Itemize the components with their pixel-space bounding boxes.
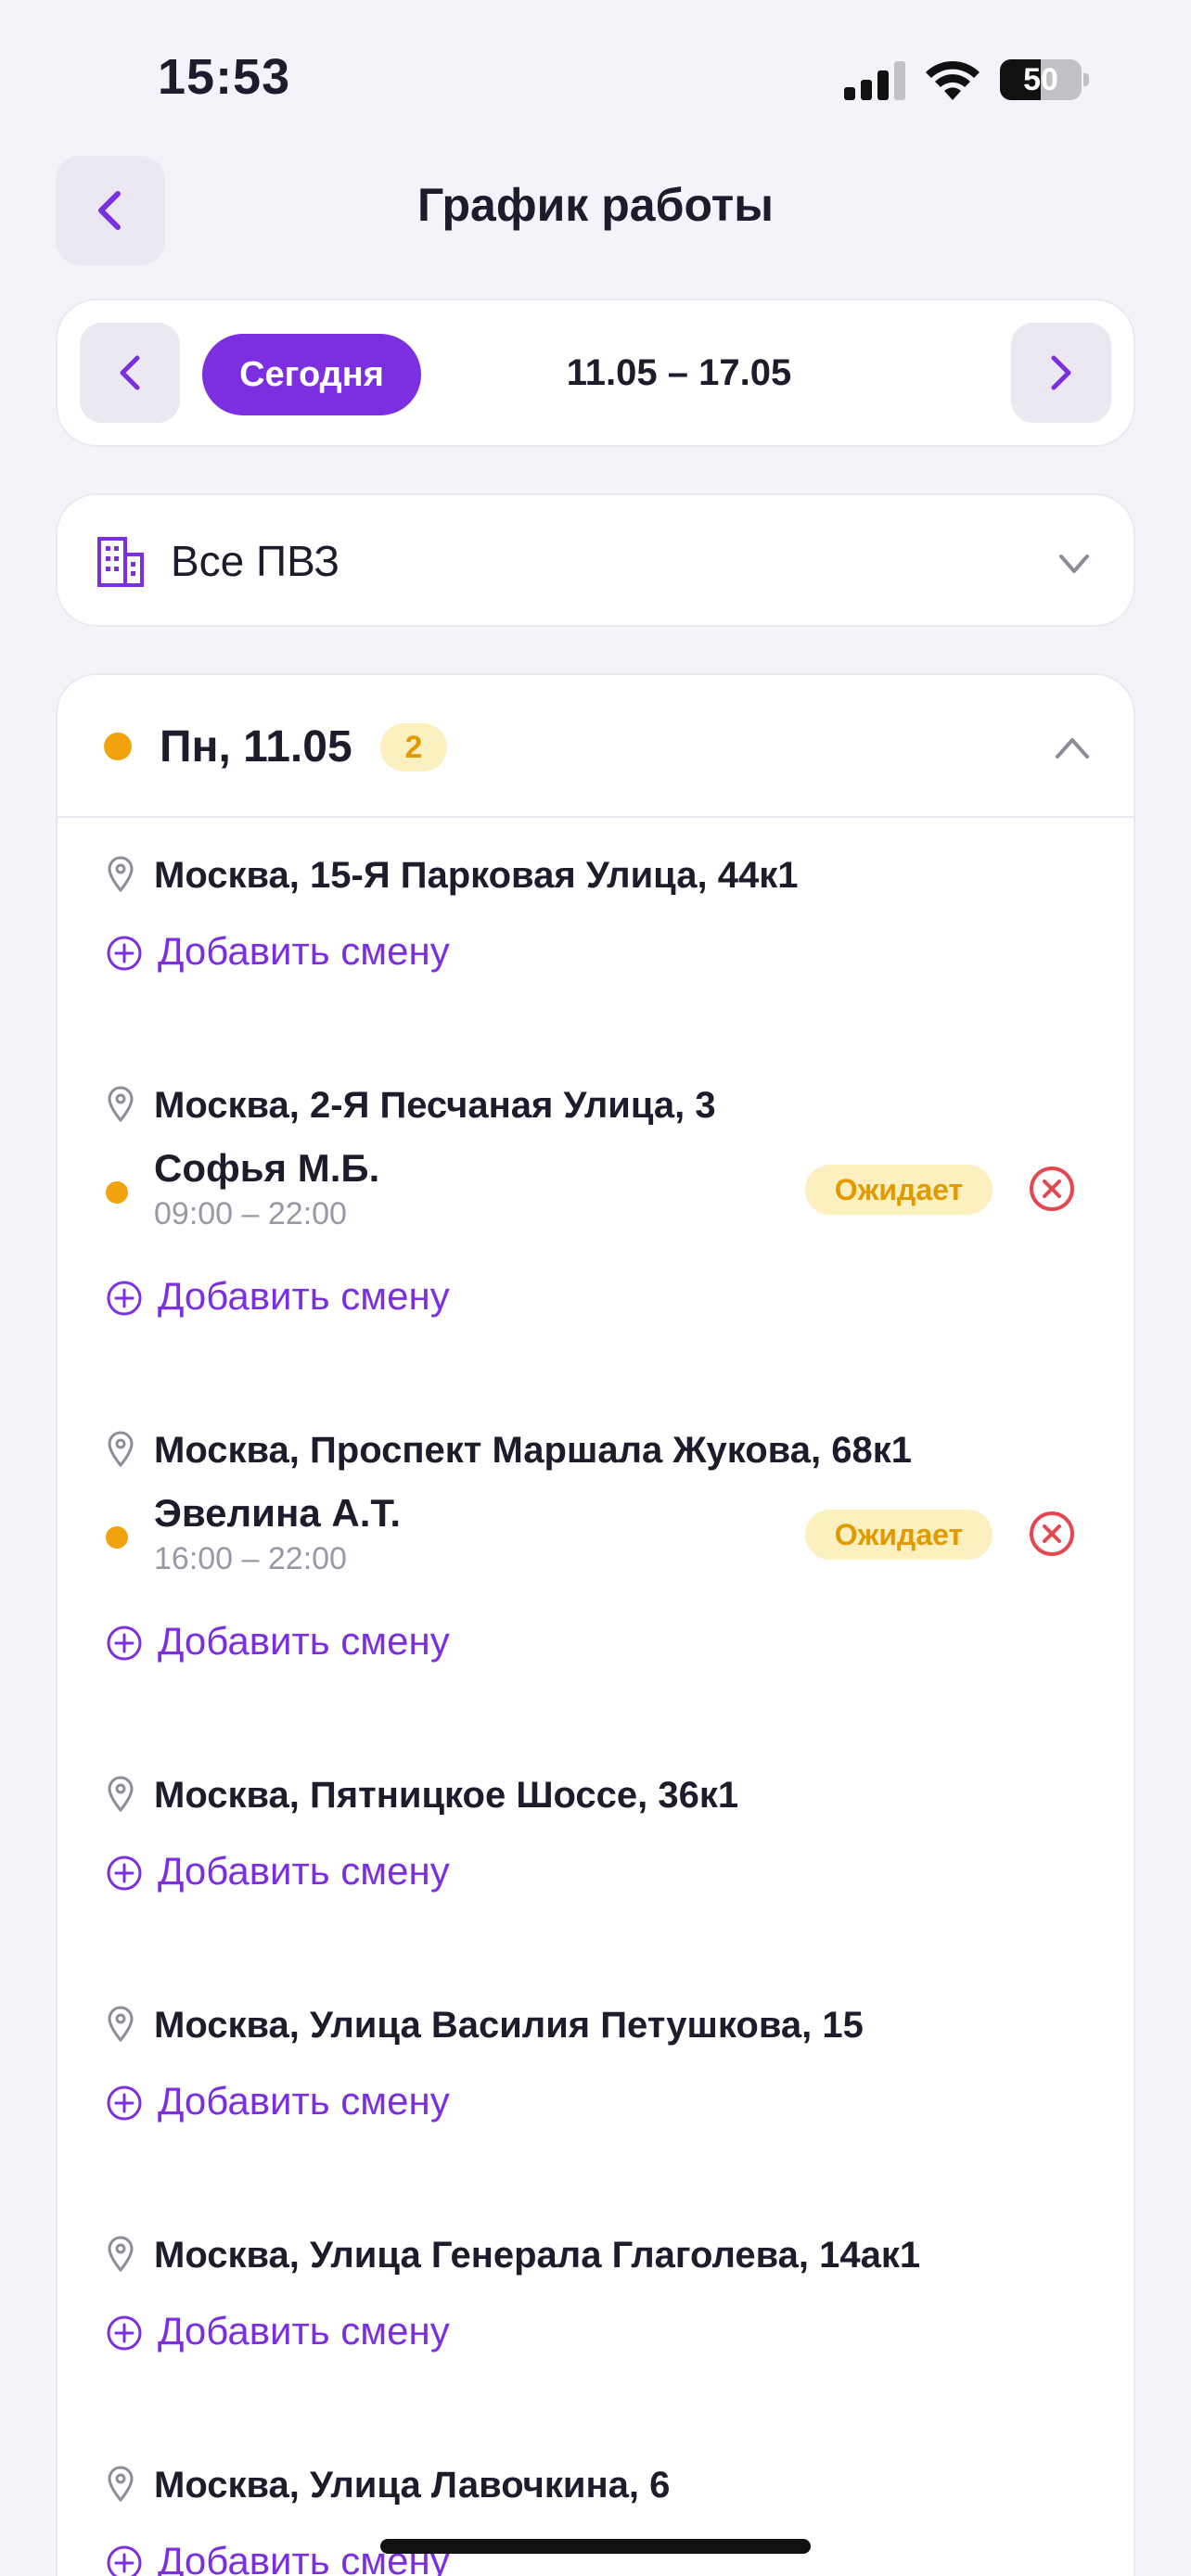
location-row: Москва, Проспект Маршала Жукова, 68к1 xyxy=(58,1422,1133,1478)
plus-circle-icon xyxy=(107,2545,142,2576)
location-address: Москва, 2-Я Песчаная Улица, 3 xyxy=(154,1085,716,1126)
add-shift-label: Добавить смену xyxy=(158,2079,450,2123)
battery-icon: 50 xyxy=(1000,59,1089,100)
add-shift-button[interactable]: Добавить смену xyxy=(58,2294,1133,2383)
location-address: Москва, Улица Генерала Глаголева, 14ак1 xyxy=(154,2235,921,2276)
remove-shift-icon[interactable] xyxy=(1028,1510,1076,1558)
location-spacer xyxy=(58,1003,1133,1050)
shift-employee-name: Софья М.Б. xyxy=(154,1146,380,1190)
cellular-signal-icon xyxy=(844,61,905,100)
day-card: Пн, 11.05 2 Москва, 15-Я Парковая Улица,… xyxy=(56,673,1135,2576)
location-spacer xyxy=(58,1693,1133,1740)
shift-item[interactable]: Эвелина А.Т. 16:00 – 22:00 Ожидает xyxy=(58,1487,1133,1593)
location-spacer xyxy=(58,1348,1133,1395)
chevron-down-icon xyxy=(1059,555,1089,573)
home-indicator xyxy=(380,2539,811,2554)
day-shift-count-badge: 2 xyxy=(380,723,447,772)
location-pin-icon xyxy=(108,1431,134,1467)
location-item: Москва, Улица Лавочкина, 6 Добавить смену xyxy=(58,2429,1133,2576)
chevron-up-icon[interactable] xyxy=(1052,729,1093,766)
battery-percent: 50 xyxy=(1023,62,1058,97)
location-item: Москва, Пятницкое Шоссе, 36к1 Добавить см… xyxy=(58,1740,1133,1970)
remove-shift-icon[interactable] xyxy=(1028,1165,1076,1213)
add-shift-label: Добавить смену xyxy=(158,1619,450,1663)
location-pin-icon xyxy=(108,2006,134,2042)
plus-circle-icon xyxy=(107,936,142,971)
add-shift-label: Добавить смену xyxy=(158,2309,450,2353)
building-icon xyxy=(97,537,144,587)
location-address: Москва, Пятницкое Шоссе, 36к1 xyxy=(154,1775,739,1816)
add-shift-button[interactable]: Добавить смену xyxy=(58,1259,1133,1348)
pvz-label: Все ПВЗ xyxy=(171,537,340,585)
day-header[interactable]: Пн, 11.05 2 xyxy=(58,675,1133,818)
screen: 15:53 50 График работы Сегодня 11.05 – 1… xyxy=(0,0,1191,2576)
shift-status-badge: Ожидает xyxy=(805,1165,992,1215)
week-range: 11.05 – 17.05 xyxy=(566,352,792,393)
location-row: Москва, 2-Я Песчаная Улица, 3 xyxy=(58,1078,1133,1133)
location-row: Москва, Пятницкое Шоссе, 36к1 xyxy=(58,1767,1133,1823)
location-pin-icon xyxy=(108,1776,134,1812)
plus-circle-icon xyxy=(107,1855,142,1891)
add-shift-button[interactable]: Добавить смену xyxy=(58,2064,1133,2153)
shift-item[interactable]: Софья М.Б. 09:00 – 22:00 Ожидает xyxy=(58,1142,1133,1248)
day-status-dot xyxy=(104,733,132,760)
location-pin-icon xyxy=(108,2466,134,2502)
location-pin-icon xyxy=(108,1086,134,1122)
location-pin-icon xyxy=(108,2236,134,2272)
today-button[interactable]: Сегодня xyxy=(202,334,421,415)
location-spacer xyxy=(58,2153,1133,2200)
status-bar: 15:53 50 xyxy=(0,0,1191,148)
location-item: Москва, Проспект Маршала Жукова, 68к1 Эве… xyxy=(58,1395,1133,1740)
next-week-button[interactable] xyxy=(1011,323,1111,423)
chevron-left-icon xyxy=(120,355,140,390)
add-shift-button[interactable]: Добавить смену xyxy=(58,1834,1133,1923)
shift-time: 16:00 – 22:00 xyxy=(154,1541,347,1576)
location-list: Москва, 15-Я Парковая Улица, 44к1 Добавит… xyxy=(58,820,1133,2576)
location-row: Москва, 15-Я Парковая Улица, 44к1 xyxy=(58,848,1133,903)
location-address: Москва, Проспект Маршала Жукова, 68к1 xyxy=(154,1430,912,1471)
add-shift-button[interactable]: Добавить смену xyxy=(58,914,1133,1003)
add-shift-label: Добавить смену xyxy=(158,929,450,973)
location-row: Москва, Улица Василия Петушкова, 15 xyxy=(58,1997,1133,2053)
location-item: Москва, Улица Генерала Глаголева, 14ак1 Д… xyxy=(58,2200,1133,2429)
plus-circle-icon xyxy=(107,2315,142,2351)
location-item: Москва, Улица Василия Петушкова, 15 Добав… xyxy=(58,1970,1133,2200)
add-shift-label: Добавить смену xyxy=(158,1274,450,1318)
shift-employee-name: Эвелина А.Т. xyxy=(154,1491,401,1535)
plus-circle-icon xyxy=(107,1281,142,1316)
pvz-dropdown[interactable]: Все ПВЗ xyxy=(56,493,1135,627)
previous-week-button[interactable] xyxy=(80,323,180,423)
day-title: Пн, 11.05 xyxy=(160,722,352,772)
wifi-icon xyxy=(926,60,980,100)
plus-circle-icon xyxy=(107,2085,142,2121)
location-item: Москва, 15-Я Парковая Улица, 44к1 Добавит… xyxy=(58,820,1133,1050)
location-address: Москва, 15-Я Парковая Улица, 44к1 xyxy=(154,855,799,896)
location-address: Москва, Улица Василия Петушкова, 15 xyxy=(154,2005,864,2046)
page-title: График работы xyxy=(417,179,774,231)
shift-status-dot xyxy=(106,1181,128,1204)
location-address: Москва, Улица Лавочкина, 6 xyxy=(154,2465,671,2506)
chevron-right-icon xyxy=(1051,355,1071,390)
week-selector: Сегодня 11.05 – 17.05 xyxy=(56,299,1135,447)
shift-status-dot xyxy=(106,1526,128,1549)
status-time: 15:53 xyxy=(158,49,291,105)
location-row: Москва, Улица Генерала Глаголева, 14ак1 xyxy=(58,2227,1133,2283)
location-spacer xyxy=(58,2383,1133,2429)
location-item: Москва, 2-Я Песчаная Улица, 3 Софья М.Б. 0… xyxy=(58,1050,1133,1395)
plus-circle-icon xyxy=(107,1626,142,1661)
add-shift-button[interactable]: Добавить смену xyxy=(58,1604,1133,1693)
location-spacer xyxy=(58,1923,1133,1970)
shift-status-badge: Ожидает xyxy=(805,1510,992,1560)
location-row: Москва, Улица Лавочкина, 6 xyxy=(58,2457,1133,2513)
add-shift-label: Добавить смену xyxy=(158,1849,450,1893)
shift-time: 09:00 – 22:00 xyxy=(154,1196,347,1231)
location-pin-icon xyxy=(108,856,134,892)
